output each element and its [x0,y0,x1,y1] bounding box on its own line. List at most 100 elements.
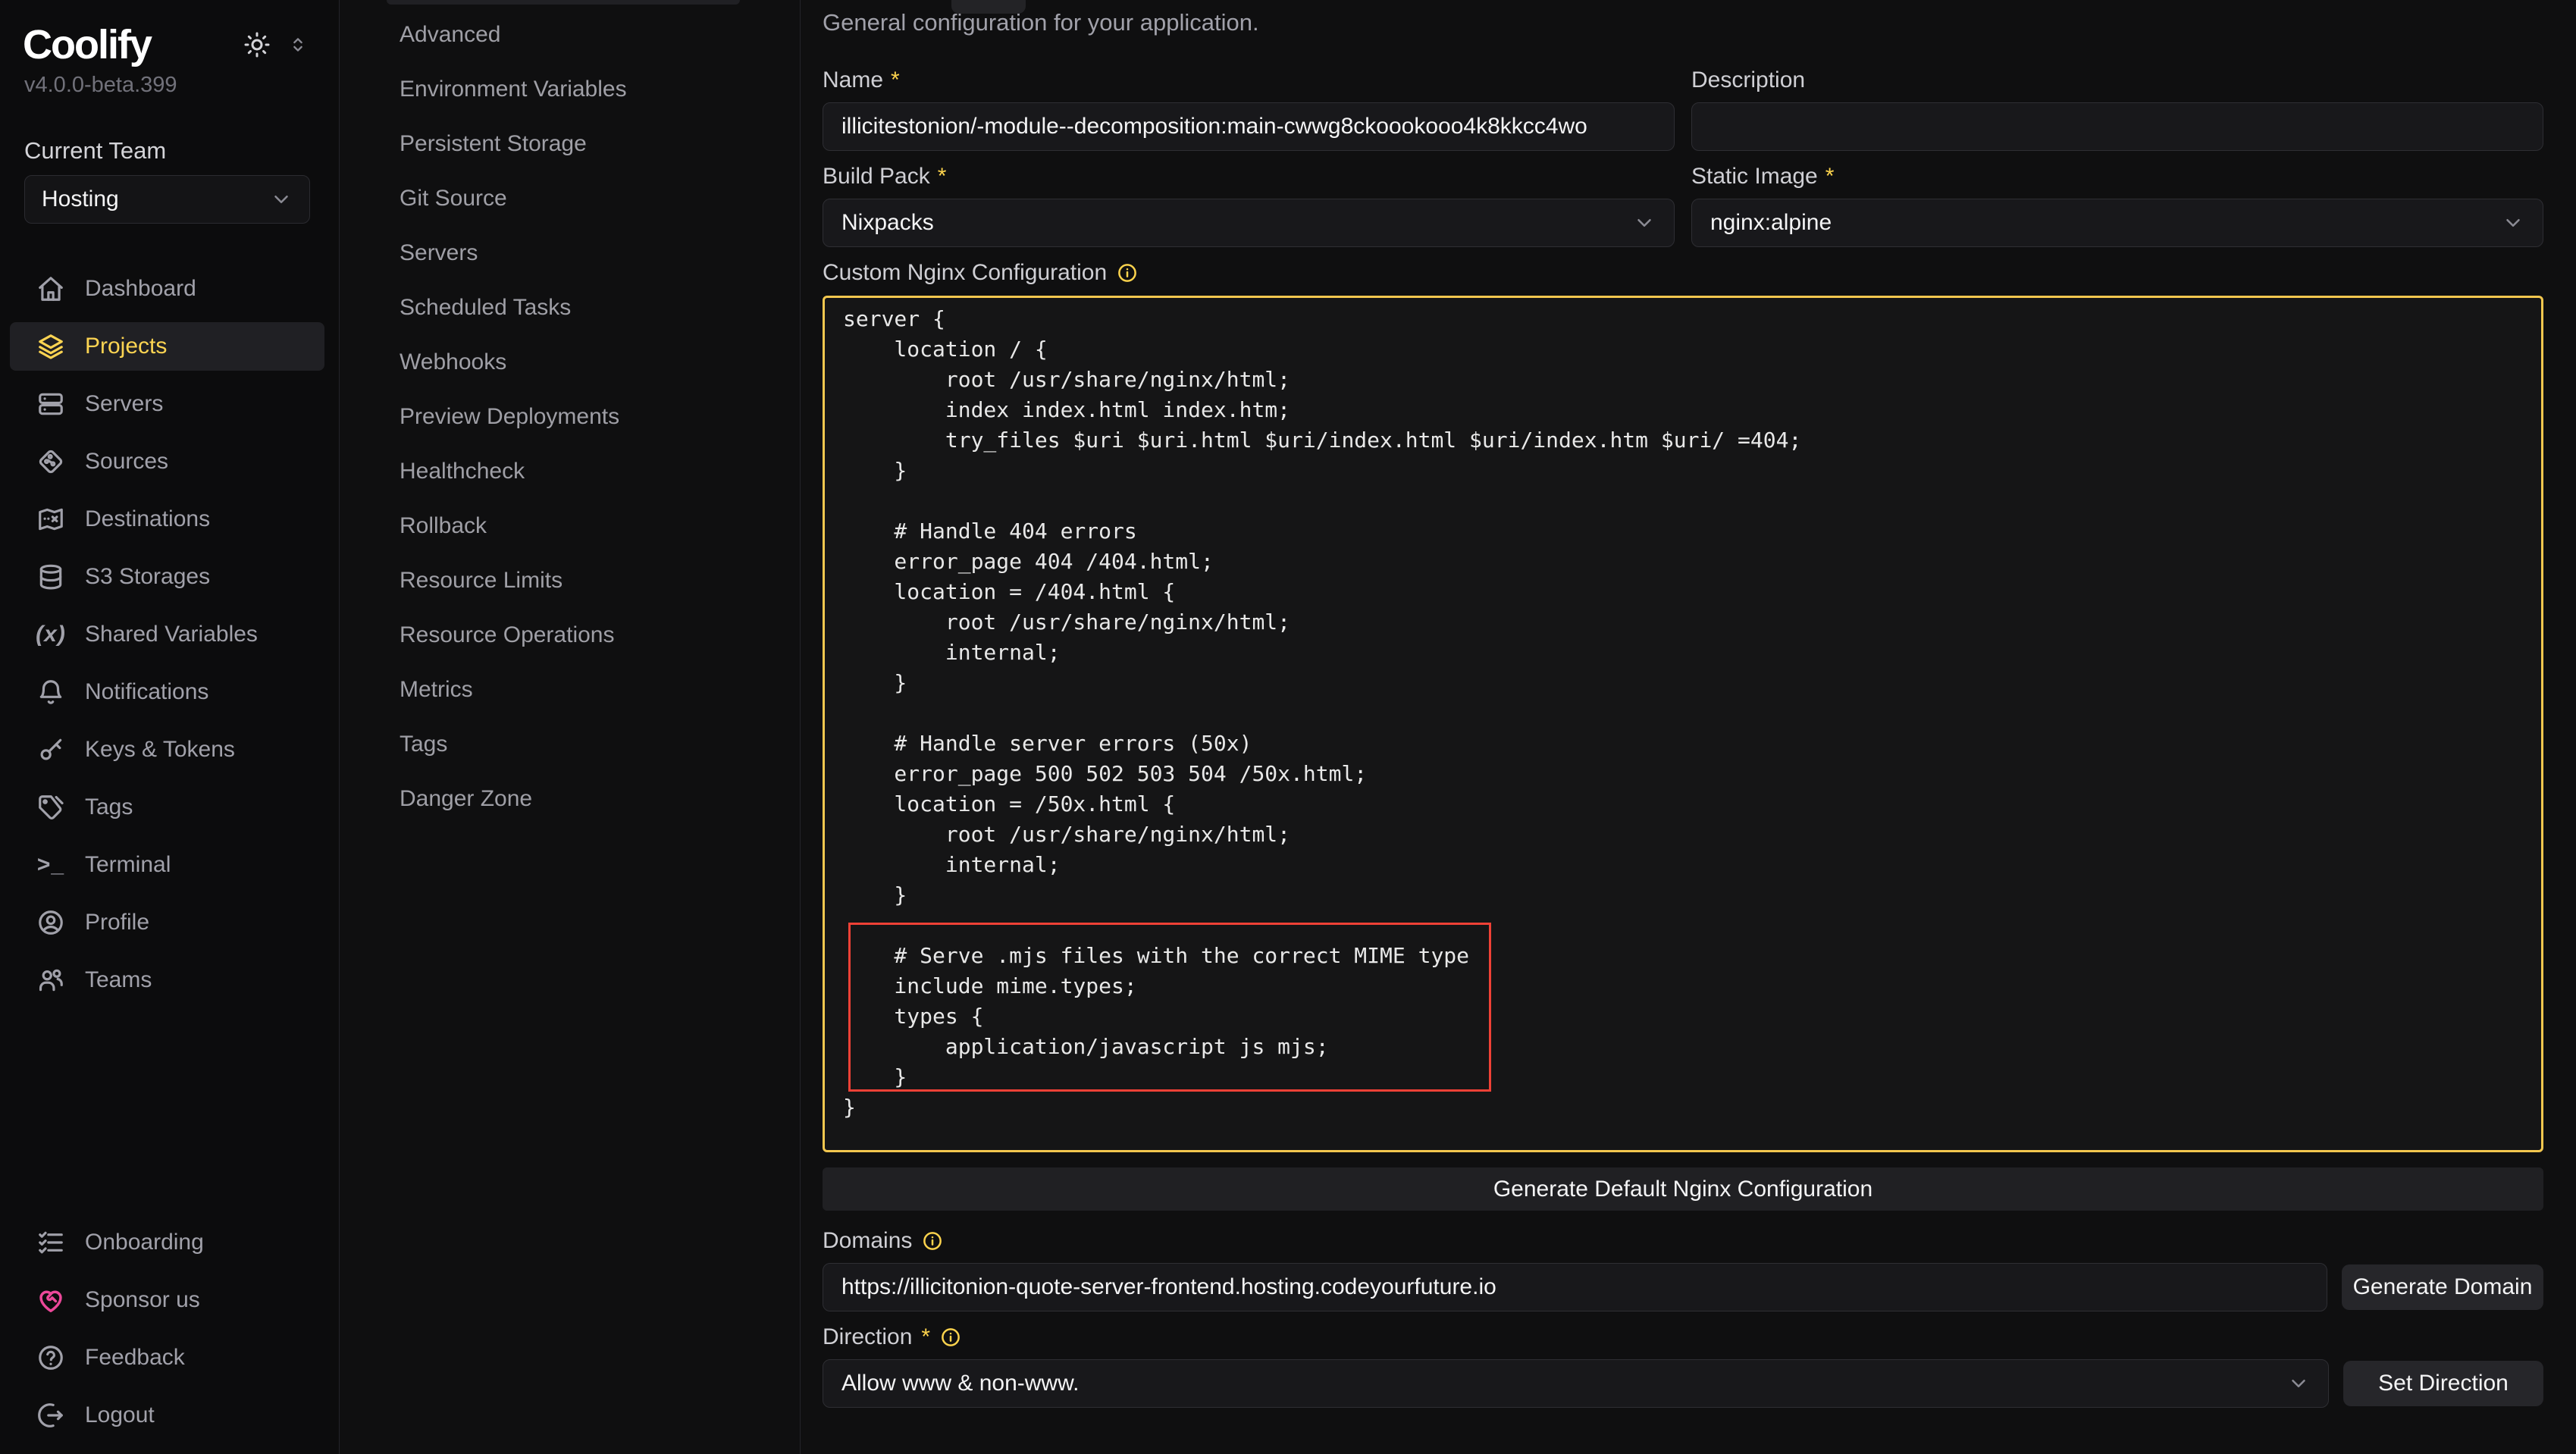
sidebar-item-keys-tokens[interactable]: Keys & Tokens [10,725,324,774]
direction-row: Allow www & non-www. Set Direction [823,1359,2543,1408]
info-icon[interactable] [939,1326,962,1349]
sidebar-item-sources[interactable]: Sources [10,437,324,486]
build-pack-select[interactable]: Nixpacks [823,199,1675,247]
required-asterisk: * [1825,164,1835,190]
config-nav-item-resource-limits[interactable]: Resource Limits [340,553,800,608]
config-nav-item-advanced[interactable]: Advanced [340,8,800,62]
app-version: v4.0.0-beta.399 [24,73,339,98]
name-input[interactable] [823,102,1675,151]
git-source-icon [36,447,65,476]
set-direction-button[interactable]: Set Direction [2343,1361,2543,1406]
home-icon [36,274,65,303]
sidebar-item-notifications[interactable]: Notifications [10,668,324,716]
chevrons-up-down-icon[interactable] [287,34,309,55]
info-icon[interactable] [921,1230,944,1252]
team-select-value: Hosting [42,186,119,212]
config-nav-item-scheduled-tasks[interactable]: Scheduled Tasks [340,280,800,335]
nginx-config-editor[interactable]: server { location / { root /usr/share/ng… [823,296,2543,1152]
nginx-config-code[interactable]: server { location / { root /usr/share/ng… [825,298,2541,1123]
config-nav-item-healthcheck[interactable]: Healthcheck [340,444,800,499]
active-config-item-remnant [387,0,740,5]
key-icon [36,735,65,764]
tag-icon [36,793,65,822]
domains-row: Generate Domain [823,1263,2543,1311]
sidebar-footer-nav: Onboarding Sponsor us Feedback Logout [10,1218,324,1449]
sidebar-item-terminal[interactable]: >_ Terminal [10,841,324,889]
sidebar-item-servers[interactable]: Servers [10,380,324,428]
terminal-icon: >_ [36,851,65,879]
config-nav-item-preview-deployments[interactable]: Preview Deployments [340,390,800,444]
name-field-group: Name* [823,67,1675,151]
sidebar-item-projects[interactable]: Projects [10,322,324,371]
current-team-label: Current Team [24,137,339,165]
domains-label: Domains [823,1227,2543,1255]
direction-label: Direction* [823,1324,2543,1351]
config-nav-item-resource-operations[interactable]: Resource Operations [340,608,800,663]
build-pack-field-group: Build Pack* Nixpacks [823,163,1675,247]
generate-default-nginx-button[interactable]: Generate Default Nginx Configuration [823,1167,2543,1211]
chevron-down-icon [270,188,293,211]
config-nav-list: Advanced Environment Variables Persisten… [340,8,800,826]
sidebar-item-tags[interactable]: Tags [10,783,324,832]
layers-icon [36,332,65,361]
description-label: Description [1691,67,2543,94]
server-icon [36,390,65,418]
sidebar-item-destinations[interactable]: Destinations [10,495,324,544]
team-select[interactable]: Hosting [24,175,310,224]
config-sidebar: Advanced Environment Variables Persisten… [340,0,801,1454]
page-subtitle: General configuration for your applicati… [823,9,2543,36]
config-nav-item-persistent-storage[interactable]: Persistent Storage [340,117,800,171]
chevron-down-icon [2502,212,2524,234]
config-nav-item-metrics[interactable]: Metrics [340,663,800,717]
config-nav-item-servers[interactable]: Servers [340,226,800,280]
heart-icon [36,1286,65,1315]
logout-icon [36,1401,65,1430]
direction-select[interactable]: Allow www & non-www. [823,1359,2329,1408]
chevron-down-icon [2287,1372,2310,1395]
users-icon [36,966,65,995]
required-asterisk: * [921,1324,930,1350]
generate-domain-button[interactable]: Generate Domain [2342,1264,2543,1310]
app-logo[interactable]: Coolify [23,21,151,68]
info-icon[interactable] [1116,262,1139,284]
sidebar-item-feedback[interactable]: Feedback [10,1333,324,1382]
config-nav-item-webhooks[interactable]: Webhooks [340,335,800,390]
sidebar-item-dashboard[interactable]: Dashboard [10,265,324,313]
static-image-select[interactable]: nginx:alpine [1691,199,2543,247]
required-asterisk: * [938,164,947,190]
static-image-field-group: Static Image* nginx:alpine [1691,163,2543,247]
variables-icon: (x) [36,620,65,649]
chevron-down-icon [1633,212,1656,234]
sidebar-item-onboarding[interactable]: Onboarding [10,1218,324,1267]
general-config-panel: General configuration for your applicati… [801,0,2576,1454]
theme-toggle-icon[interactable] [243,31,271,58]
sidebar-item-teams[interactable]: Teams [10,956,324,1004]
static-image-label: Static Image* [1691,163,2543,190]
sidebar-item-sponsor-us[interactable]: Sponsor us [10,1276,324,1324]
build-pack-label: Build Pack* [823,163,1675,190]
sidebar-item-logout[interactable]: Logout [10,1391,324,1440]
help-circle-icon [36,1343,65,1372]
description-input[interactable] [1691,102,2543,151]
config-nav-item-tags[interactable]: Tags [340,717,800,772]
domains-input[interactable] [823,1263,2327,1311]
sidebar-nav: Dashboard Projects Servers Sources Desti… [10,265,324,1014]
nginx-config-label: Custom Nginx Configuration [823,259,2543,287]
database-icon [36,562,65,591]
sidebar-item-shared-variables[interactable]: (x) Shared Variables [10,610,324,659]
checklist-icon [36,1228,65,1257]
config-nav-item-git-source[interactable]: Git Source [340,171,800,226]
required-asterisk: * [891,67,900,93]
main-sidebar: Coolify v4.0.0-beta.399 Current Team Hos… [0,0,340,1454]
user-circle-icon [36,908,65,937]
sidebar-item-s3-storages[interactable]: S3 Storages [10,553,324,601]
config-nav-item-environment-variables[interactable]: Environment Variables [340,62,800,117]
name-label: Name* [823,67,1675,94]
sidebar-item-profile[interactable]: Profile [10,898,324,947]
bell-icon [36,678,65,707]
map-icon [36,505,65,534]
config-nav-item-rollback[interactable]: Rollback [340,499,800,553]
scrolled-tab-remnant [951,0,1026,14]
description-field-group: Description [1691,67,2543,151]
config-nav-item-danger-zone[interactable]: Danger Zone [340,772,800,826]
